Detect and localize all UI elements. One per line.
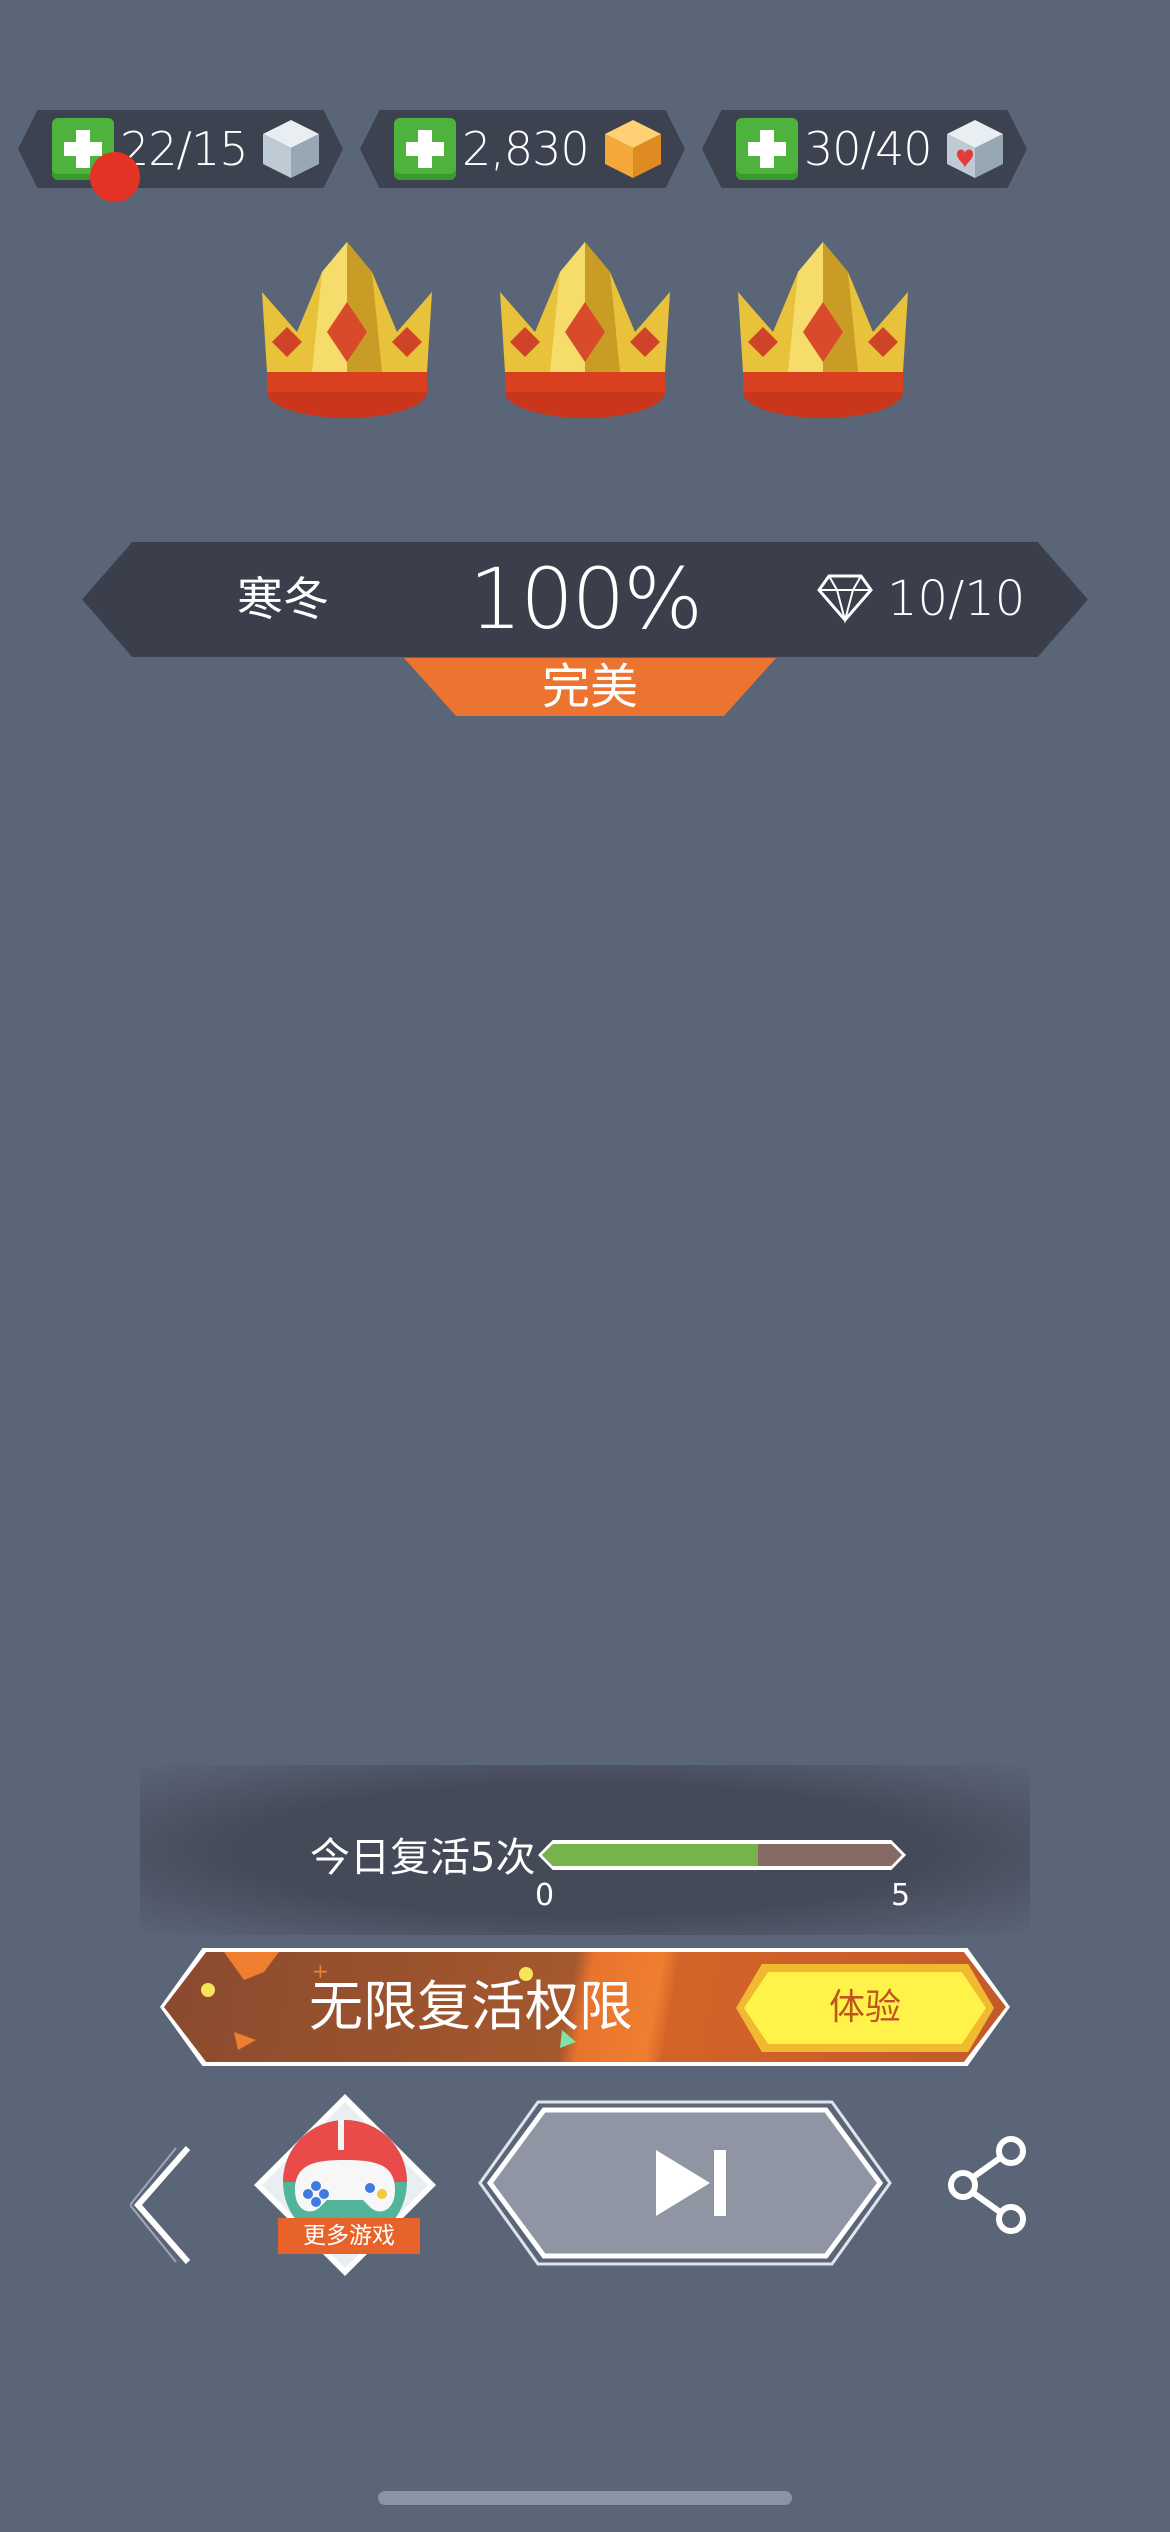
revive-label: 今日复活5次 xyxy=(310,1835,536,1881)
gold-count: 2,830 xyxy=(462,122,590,176)
add-gold-button[interactable] xyxy=(394,118,456,180)
add-hearts-button[interactable] xyxy=(736,118,798,180)
crown-icon-3 xyxy=(738,242,908,418)
gem-count: 10/10 xyxy=(887,571,1026,627)
gold-cube-icon xyxy=(605,120,661,178)
next-level-button[interactable] xyxy=(478,2100,892,2266)
revive-progress-bar xyxy=(538,1840,906,1870)
unlimited-revive-banner[interactable]: + 无限复活权限 体验 xyxy=(160,1948,1010,2066)
progress-min-label: 0 xyxy=(535,1878,555,1913)
heart-cube-icon xyxy=(947,120,1003,178)
crown-icon-2 xyxy=(500,242,670,418)
try-button[interactable]: 体验 xyxy=(744,1972,986,2044)
revive-progress-fill xyxy=(542,1844,758,1866)
crown-icon-1 xyxy=(262,242,432,418)
heart-count: 30/40 xyxy=(804,122,933,176)
resource-gold: 2,830 xyxy=(360,110,685,188)
share-icon[interactable] xyxy=(945,2135,1035,2235)
resource-hearts: 30/40 xyxy=(702,110,1027,188)
notification-dot xyxy=(90,152,140,202)
progress-max-label: 5 xyxy=(891,1878,911,1913)
ice-cube-icon xyxy=(263,120,319,178)
diamond-icon xyxy=(817,574,873,624)
rating-badge: 完美 xyxy=(404,658,776,716)
more-games-label: 更多游戏 xyxy=(278,2218,420,2254)
home-indicator[interactable] xyxy=(378,2491,792,2505)
back-chevron-icon[interactable] xyxy=(130,2140,200,2270)
level-result-banner: 寒冬 100% 10/10 xyxy=(82,542,1088,657)
promo-text: 无限复活权限 xyxy=(309,1975,633,2038)
resource-ice-cubes: 22/15 xyxy=(18,110,343,188)
